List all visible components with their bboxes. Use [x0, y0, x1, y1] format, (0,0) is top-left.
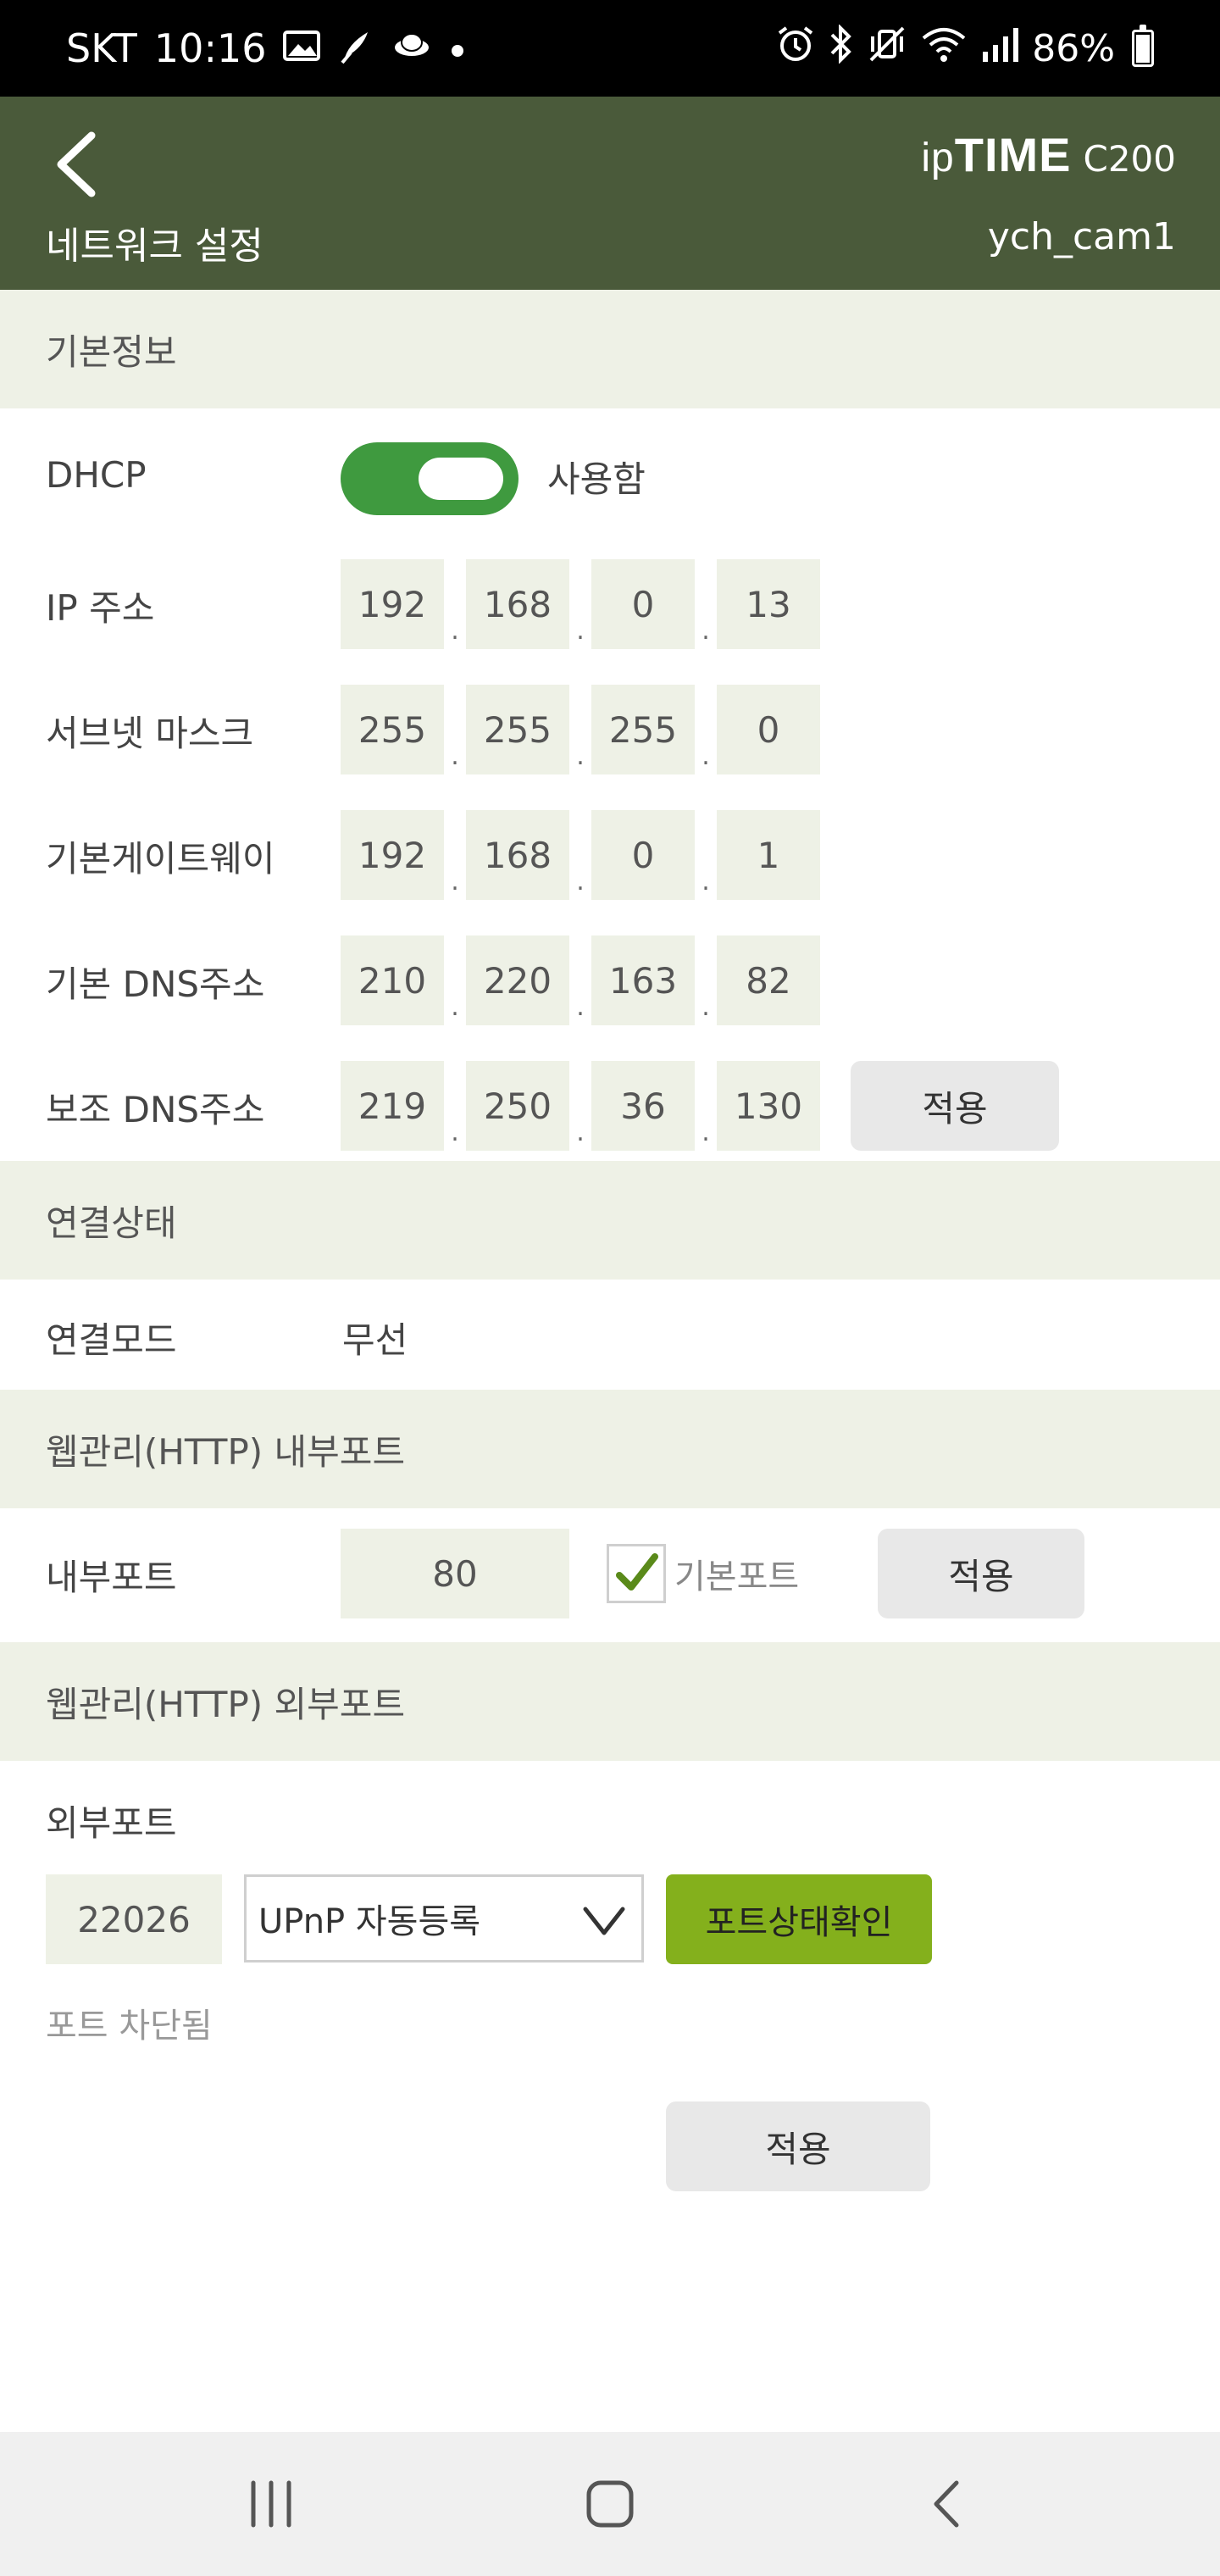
section-connection-status: 연결상태: [0, 1161, 1220, 1280]
status-bar: SKT 10:16 86%: [0, 0, 1220, 97]
back-button[interactable]: [34, 122, 119, 207]
primary-dns-octet-4[interactable]: 82: [717, 935, 820, 1025]
secondary-dns-label: 보조 DNS주소: [46, 1089, 265, 1130]
gateway-octet-4[interactable]: 1: [717, 810, 820, 900]
check-port-status-button[interactable]: 포트상태확인: [666, 1874, 932, 1964]
subnet-octet-1[interactable]: 255: [341, 685, 444, 774]
gateway-input: 192. 168. 0. 1: [341, 810, 820, 900]
app-header: ipTIME C200 네트워크 설정 ych_cam1: [0, 97, 1220, 290]
gallery-icon: [283, 29, 321, 69]
wifi-icon: [920, 25, 968, 73]
section-basic-info: 기본정보: [0, 290, 1220, 408]
chevron-left-icon: [57, 131, 96, 197]
ip-address-label: IP 주소: [46, 587, 155, 629]
subnet-mask-label: 서브넷 마스크: [46, 713, 254, 754]
home-icon: [586, 2480, 634, 2528]
default-port-label: 기본포트: [674, 1557, 800, 1596]
subnet-octet-2[interactable]: 255: [466, 685, 569, 774]
battery-percent: 86%: [1032, 26, 1115, 70]
secondary-dns-octet-4[interactable]: 130: [717, 1061, 820, 1151]
battery-icon: [1132, 25, 1154, 67]
external-port-input[interactable]: 22026: [46, 1874, 222, 1964]
ip-octet-3[interactable]: 0: [591, 559, 695, 649]
gateway-octet-3[interactable]: 0: [591, 810, 695, 900]
secondary-dns-octet-1[interactable]: 219: [341, 1061, 444, 1151]
secondary-dns-octet-2[interactable]: 250: [466, 1061, 569, 1151]
primary-dns-octet-1[interactable]: 210: [341, 935, 444, 1025]
back-icon: [934, 2480, 959, 2528]
recent-apps-button[interactable]: [186, 2432, 356, 2576]
subnet-mask-input: 255. 255. 255. 0: [341, 685, 820, 774]
feather-icon: [337, 27, 374, 70]
home-button[interactable]: [525, 2432, 695, 2576]
chevron-down-icon: [583, 1907, 625, 1935]
gateway-label: 기본게이트웨이: [46, 838, 275, 880]
signal-icon: [981, 25, 1019, 73]
external-port-label: 외부포트: [46, 1802, 177, 1844]
ip-address-input: 192. 168. 0. 13: [341, 559, 820, 649]
brand-model: C200: [1083, 138, 1177, 180]
alarm-icon: [776, 25, 815, 73]
planet-icon: [391, 29, 432, 69]
brand-logo: ipTIME: [921, 128, 1072, 181]
dhcp-label: DHCP: [46, 454, 147, 496]
dot-icon: [449, 31, 466, 65]
system-nav-bar: [0, 2432, 1220, 2576]
internal-port-input[interactable]: 80: [341, 1529, 569, 1618]
page-title: 네트워크 설정: [46, 225, 263, 268]
section-internal-port: 웹관리(HTTP) 내부포트: [0, 1390, 1220, 1508]
primary-dns-input: 210. 220. 163. 82: [341, 935, 820, 1025]
network-apply-button[interactable]: 적용: [851, 1061, 1059, 1151]
internal-port-apply-button[interactable]: 적용: [878, 1529, 1084, 1618]
port-status-text: 포트 차단됨: [46, 2007, 213, 2046]
connection-mode-value: 무선: [342, 1319, 408, 1361]
brand: ipTIME C200: [921, 127, 1176, 182]
clock: 10:16: [153, 25, 267, 71]
connection-mode-label: 연결모드: [46, 1319, 177, 1361]
gateway-octet-2[interactable]: 168: [466, 810, 569, 900]
secondary-dns-octet-3[interactable]: 36: [591, 1061, 695, 1151]
port-mode-selected: UPnP 자동등록: [258, 1902, 481, 1941]
external-port-apply-button[interactable]: 적용: [666, 2101, 930, 2191]
section-external-port: 웹관리(HTTP) 외부포트: [0, 1642, 1220, 1761]
vibrate-icon: [868, 25, 907, 73]
recent-apps-icon: [251, 2480, 291, 2528]
primary-dns-octet-2[interactable]: 220: [466, 935, 569, 1025]
ip-octet-1[interactable]: 192: [341, 559, 444, 649]
internal-port-label: 내부포트: [46, 1557, 177, 1598]
gateway-octet-1[interactable]: 192: [341, 810, 444, 900]
bluetooth-icon: [829, 23, 854, 73]
checkmark-icon: [616, 1553, 658, 1591]
toggle-knob: [419, 458, 503, 500]
carrier-name: SKT: [66, 25, 137, 71]
secondary-dns-input: 219. 250. 36. 130: [341, 1061, 820, 1151]
subnet-octet-3[interactable]: 255: [591, 685, 695, 774]
primary-dns-label: 기본 DNS주소: [46, 963, 265, 1005]
dhcp-toggle[interactable]: [341, 442, 518, 515]
subnet-octet-4[interactable]: 0: [717, 685, 820, 774]
default-port-checkbox[interactable]: [607, 1544, 666, 1603]
device-name: ych_cam1: [987, 215, 1176, 258]
ip-octet-2[interactable]: 168: [466, 559, 569, 649]
ip-octet-4[interactable]: 13: [717, 559, 820, 649]
dhcp-toggle-label: 사용함: [547, 458, 646, 500]
battery-fill: [1136, 35, 1150, 63]
port-mode-select[interactable]: UPnP 자동등록: [244, 1874, 644, 1963]
system-back-button[interactable]: [864, 2432, 1034, 2576]
primary-dns-octet-3[interactable]: 163: [591, 935, 695, 1025]
